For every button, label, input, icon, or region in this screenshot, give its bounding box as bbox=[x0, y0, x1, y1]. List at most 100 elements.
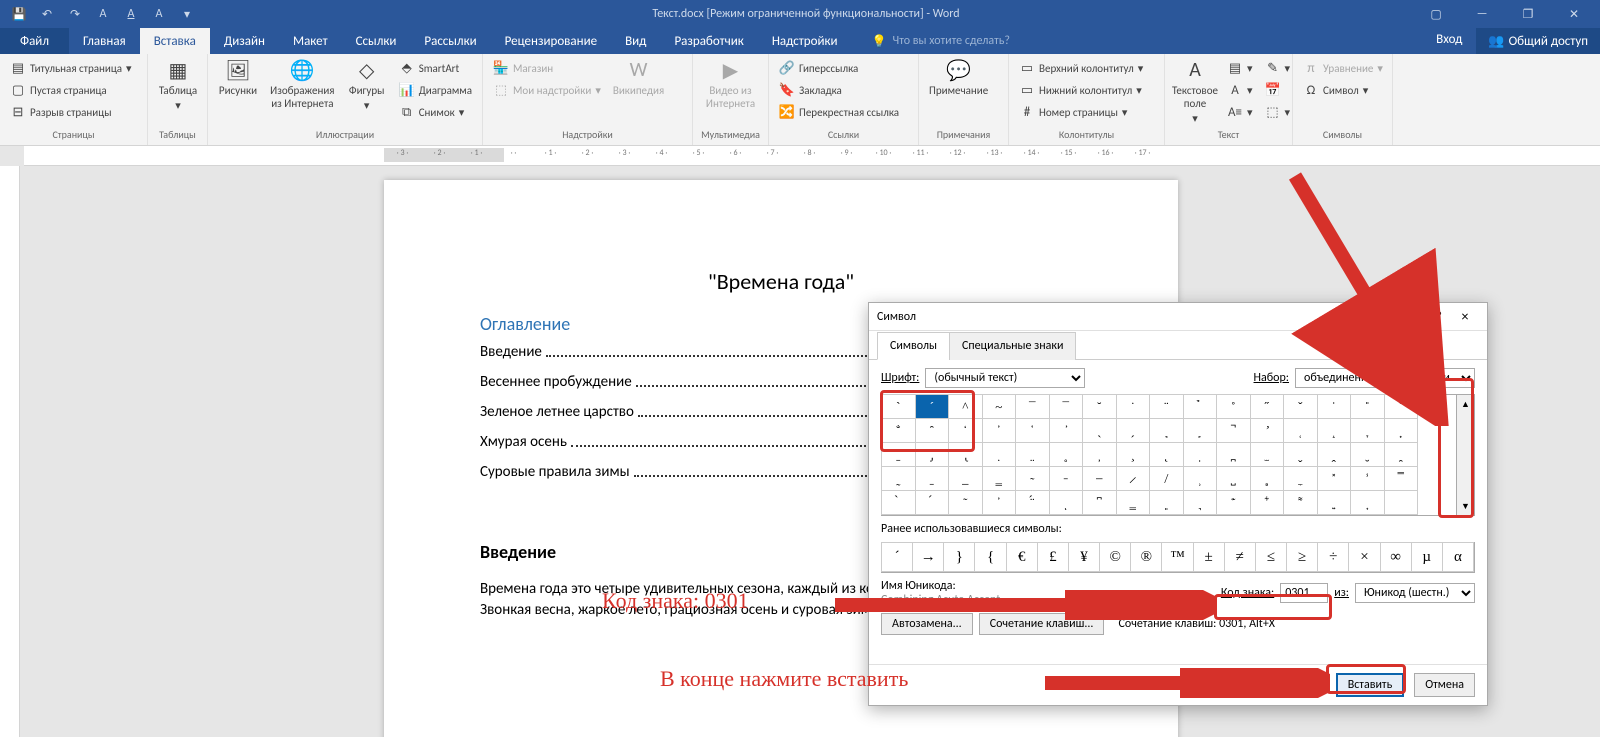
symbol-cell[interactable]: ͈ bbox=[1149, 490, 1184, 515]
symbol-cell[interactable]: ~ bbox=[982, 394, 1017, 419]
equation-button[interactable]: πУравнение ▾ bbox=[1299, 58, 1387, 78]
recent-symbol-cell[interactable]: { bbox=[974, 542, 1006, 572]
recent-symbol-cell[interactable]: ≤ bbox=[1255, 542, 1287, 572]
symbol-cell[interactable]: ̗ bbox=[1116, 418, 1151, 443]
symbol-cell[interactable]: ̫ bbox=[1250, 442, 1285, 467]
recent-symbol-cell[interactable]: } bbox=[943, 542, 975, 572]
symbol-cell[interactable]: ̯ bbox=[1384, 442, 1419, 467]
symbol-cell[interactable]: ̔ bbox=[1015, 418, 1050, 443]
tab-insert[interactable]: Вставка bbox=[140, 28, 210, 54]
symbol-cell[interactable]: ͍ bbox=[1317, 490, 1352, 515]
online-video-button[interactable]: ▶Видео из Интернета bbox=[699, 56, 762, 112]
close-icon[interactable]: ✕ bbox=[1552, 0, 1596, 28]
symbol-cell[interactable]: ̛ bbox=[1250, 418, 1285, 443]
symbol-cell[interactable]: ̴ bbox=[1015, 466, 1050, 491]
bookmark-button[interactable]: 🔖Закладка bbox=[775, 80, 903, 100]
undo-icon[interactable]: ↶ bbox=[36, 3, 58, 25]
recent-symbol-cell[interactable]: ® bbox=[1130, 542, 1162, 572]
symbol-cell[interactable]: ¨ bbox=[1149, 394, 1184, 419]
symbol-cell[interactable]: ̦ bbox=[1082, 442, 1117, 467]
symbol-cell[interactable]: ˘ bbox=[1082, 394, 1117, 419]
crossref-button[interactable]: 🔀Перекрестная ссылка bbox=[775, 102, 903, 122]
tab-symbols[interactable]: Символы bbox=[877, 332, 950, 360]
symbol-cell[interactable]: ̲ bbox=[948, 466, 983, 491]
save-icon[interactable]: 💾 bbox=[8, 3, 30, 25]
font-color-icon[interactable]: A bbox=[92, 3, 114, 25]
symbol-cell[interactable]: ̙ bbox=[1183, 418, 1218, 443]
redo-icon[interactable]: ↷ bbox=[64, 3, 86, 25]
textbox-button[interactable]: AТекстовое поле▾ bbox=[1171, 56, 1219, 127]
symbol-cell[interactable]: ͊ bbox=[1216, 490, 1251, 515]
symbol-cell[interactable]: ̵ bbox=[1049, 466, 1084, 491]
quickparts-button[interactable]: ▤▾ bbox=[1223, 58, 1257, 78]
tab-home[interactable]: Главная bbox=[69, 28, 140, 54]
tab-view[interactable]: Вид bbox=[611, 28, 660, 54]
recent-symbol-cell[interactable]: € bbox=[1006, 542, 1038, 572]
symbol-cell[interactable]: ̕ bbox=[1049, 418, 1084, 443]
object-button[interactable]: ⬚▾ bbox=[1261, 102, 1295, 122]
symbol-cell[interactable]: ̱ bbox=[915, 466, 950, 491]
symbol-cell[interactable]: ̪ bbox=[1216, 442, 1251, 467]
symbol-cell[interactable]: ̽ bbox=[1317, 466, 1352, 491]
symbol-cell[interactable]: ͉ bbox=[1183, 490, 1218, 515]
symbol-cell[interactable]: ̈́ bbox=[1015, 490, 1050, 515]
symbol-cell[interactable]: ̧ bbox=[1116, 442, 1151, 467]
recent-symbol-cell[interactable]: → bbox=[912, 542, 944, 572]
symbol-cell[interactable]: ̳ bbox=[982, 466, 1017, 491]
recent-symbol-cell[interactable]: ≥ bbox=[1286, 542, 1318, 572]
symbol-cell[interactable]: ˚ bbox=[1216, 394, 1251, 419]
symbol-cell[interactable]: ̮ bbox=[1350, 442, 1385, 467]
recent-symbol-cell[interactable]: ± bbox=[1193, 542, 1225, 572]
smartart-button[interactable]: ⬘SmartArt bbox=[395, 58, 476, 78]
shapes-button[interactable]: ◇Фигуры▾ bbox=[343, 56, 391, 114]
tab-addins[interactable]: Надстройки bbox=[758, 28, 852, 54]
tab-mailings[interactable]: Рассылки bbox=[410, 28, 490, 54]
recent-symbol-cell[interactable]: α bbox=[1442, 542, 1474, 572]
recent-symbol-cell[interactable]: ≠ bbox=[1224, 542, 1256, 572]
tab-design[interactable]: Дизайн bbox=[210, 28, 279, 54]
symbol-cell[interactable]: ͎ bbox=[1350, 490, 1385, 515]
chart-button[interactable]: 📊Диаграмма bbox=[395, 80, 476, 100]
datetime-button[interactable]: 📅 bbox=[1261, 80, 1295, 100]
symbol-cell[interactable]: ̓ bbox=[982, 490, 1017, 515]
symbol-cell[interactable]: ˝ bbox=[1250, 394, 1285, 419]
horizontal-ruler[interactable]: · 3 ·· 2 ·· 1 ·· ·· 1 ·· 2 ·· 3 ·· 4 ·· … bbox=[24, 146, 1600, 166]
symbol-button[interactable]: ΩСимвол ▾ bbox=[1299, 80, 1387, 100]
dialog-close-icon[interactable]: × bbox=[1451, 308, 1479, 325]
table-button[interactable]: ▦Таблица▾ bbox=[154, 56, 202, 114]
wordart-button[interactable]: A▾ bbox=[1223, 80, 1257, 100]
symbol-cell[interactable]: ̻ bbox=[1250, 466, 1285, 491]
symbol-cell[interactable]: ́ bbox=[915, 490, 950, 515]
tell-me[interactable]: 💡Что вы хотите сделать? bbox=[852, 28, 1423, 54]
symbol-cell[interactable]: ̿ bbox=[1384, 466, 1419, 491]
symbol-cell[interactable]: ̰ bbox=[881, 466, 916, 491]
minimize-icon[interactable]: — bbox=[1460, 0, 1504, 28]
effects-icon[interactable]: A bbox=[148, 3, 170, 25]
symbol-cell[interactable]: ̾ bbox=[1350, 466, 1385, 491]
symbol-cell[interactable]: ¯ bbox=[1049, 394, 1084, 419]
symbol-cell[interactable]: ̥ bbox=[1049, 442, 1084, 467]
store-button[interactable]: 🏪Магазин bbox=[489, 58, 605, 78]
symbol-cell[interactable]: ̩ bbox=[1183, 442, 1218, 467]
symbol-cell[interactable]: ͋ bbox=[1250, 490, 1285, 515]
symbol-cell[interactable]: ͅ bbox=[1049, 490, 1084, 515]
signature-button[interactable]: ✎▾ bbox=[1261, 58, 1295, 78]
screenshot-button[interactable]: ⧉Снимок ▾ bbox=[395, 102, 476, 122]
symbol-cell[interactable]: ͇ bbox=[1116, 490, 1151, 515]
page-break-button[interactable]: ⊟Разрыв страницы bbox=[6, 102, 136, 122]
symbol-cell[interactable]: ̚ bbox=[1216, 418, 1251, 443]
recent-symbol-cell[interactable]: ´ bbox=[881, 542, 913, 572]
symbol-cell[interactable]: ͂ bbox=[948, 490, 983, 515]
footer-button[interactable]: ▭Нижний колонтитул ▾ bbox=[1015, 80, 1147, 100]
header-button[interactable]: ▭Верхний колонтитул ▾ bbox=[1015, 58, 1147, 78]
symbol-cell[interactable]: ̨ bbox=[1149, 442, 1184, 467]
recent-symbol-cell[interactable]: × bbox=[1348, 542, 1380, 572]
symbol-cell[interactable]: ͌ bbox=[1283, 490, 1318, 515]
symbol-cell[interactable]: ̭ bbox=[1317, 442, 1352, 467]
tab-references[interactable]: Ссылки bbox=[342, 28, 411, 54]
symbol-cell[interactable]: ̀ bbox=[881, 490, 916, 515]
symbol-cell[interactable]: ̸ bbox=[1149, 466, 1184, 491]
qat-more-icon[interactable]: ▾ bbox=[176, 3, 198, 25]
symbol-cell[interactable]: ̬ bbox=[1283, 442, 1318, 467]
recent-symbol-cell[interactable]: ™ bbox=[1161, 542, 1193, 572]
